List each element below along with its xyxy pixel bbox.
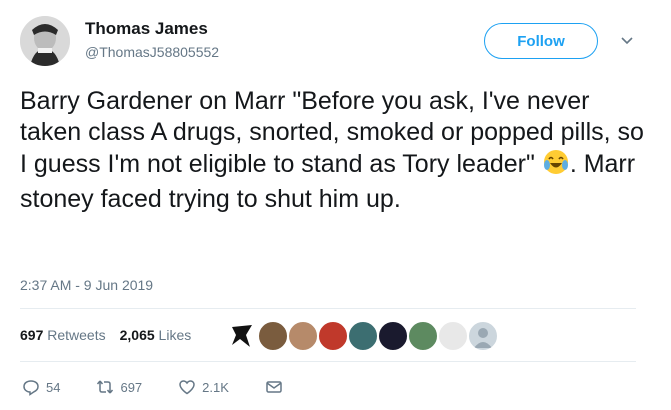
- message-icon: [266, 381, 282, 393]
- avatar[interactable]: [20, 16, 70, 66]
- liker-avatar[interactable]: [258, 321, 288, 351]
- divider-bottom: [20, 361, 636, 362]
- liker-avatar[interactable]: [378, 321, 408, 351]
- liker-avatar[interactable]: [438, 321, 468, 351]
- likes-stat[interactable]: 2,065 Likes: [120, 327, 192, 343]
- reply-button[interactable]: 54: [22, 378, 60, 396]
- follow-button[interactable]: Follow: [484, 23, 598, 59]
- retweets-stat[interactable]: 697 Retweets: [20, 327, 106, 343]
- retweet-count: 697: [120, 379, 143, 395]
- liker-avatar[interactable]: [228, 321, 256, 349]
- action-bar: 54 697 2.1K: [22, 378, 319, 396]
- direct-message-button[interactable]: [265, 378, 283, 396]
- engagement-stats: 697 Retweets 2,065 Likes: [20, 327, 191, 343]
- crying-laughing-emoji-icon: [542, 148, 570, 184]
- like-button[interactable]: 2.1K: [178, 378, 229, 396]
- reply-count: 54: [46, 379, 61, 395]
- liker-avatar[interactable]: [288, 321, 318, 351]
- retweet-button[interactable]: 697: [96, 378, 142, 396]
- reply-icon: [23, 380, 39, 396]
- user-name[interactable]: Thomas James: [85, 19, 208, 39]
- liker-avatar[interactable]: [318, 321, 348, 351]
- tweet-card: Thomas James @ThomasJ58805552 Follow Bar…: [0, 0, 671, 410]
- liker-avatar[interactable]: [468, 321, 498, 351]
- user-handle[interactable]: @ThomasJ58805552: [85, 44, 219, 60]
- heart-icon: [179, 380, 195, 395]
- divider-top: [20, 308, 636, 309]
- liker-avatar[interactable]: [348, 321, 378, 351]
- retweet-icon: [97, 380, 114, 394]
- timestamp[interactable]: 2:37 AM - 9 Jun 2019: [20, 277, 153, 293]
- liker-avatar[interactable]: [408, 321, 438, 351]
- tweet-text: Barry Gardener on Marr "Before you ask, …: [20, 86, 650, 215]
- chevron-down-icon[interactable]: [620, 34, 634, 48]
- like-count: 2.1K: [202, 379, 229, 395]
